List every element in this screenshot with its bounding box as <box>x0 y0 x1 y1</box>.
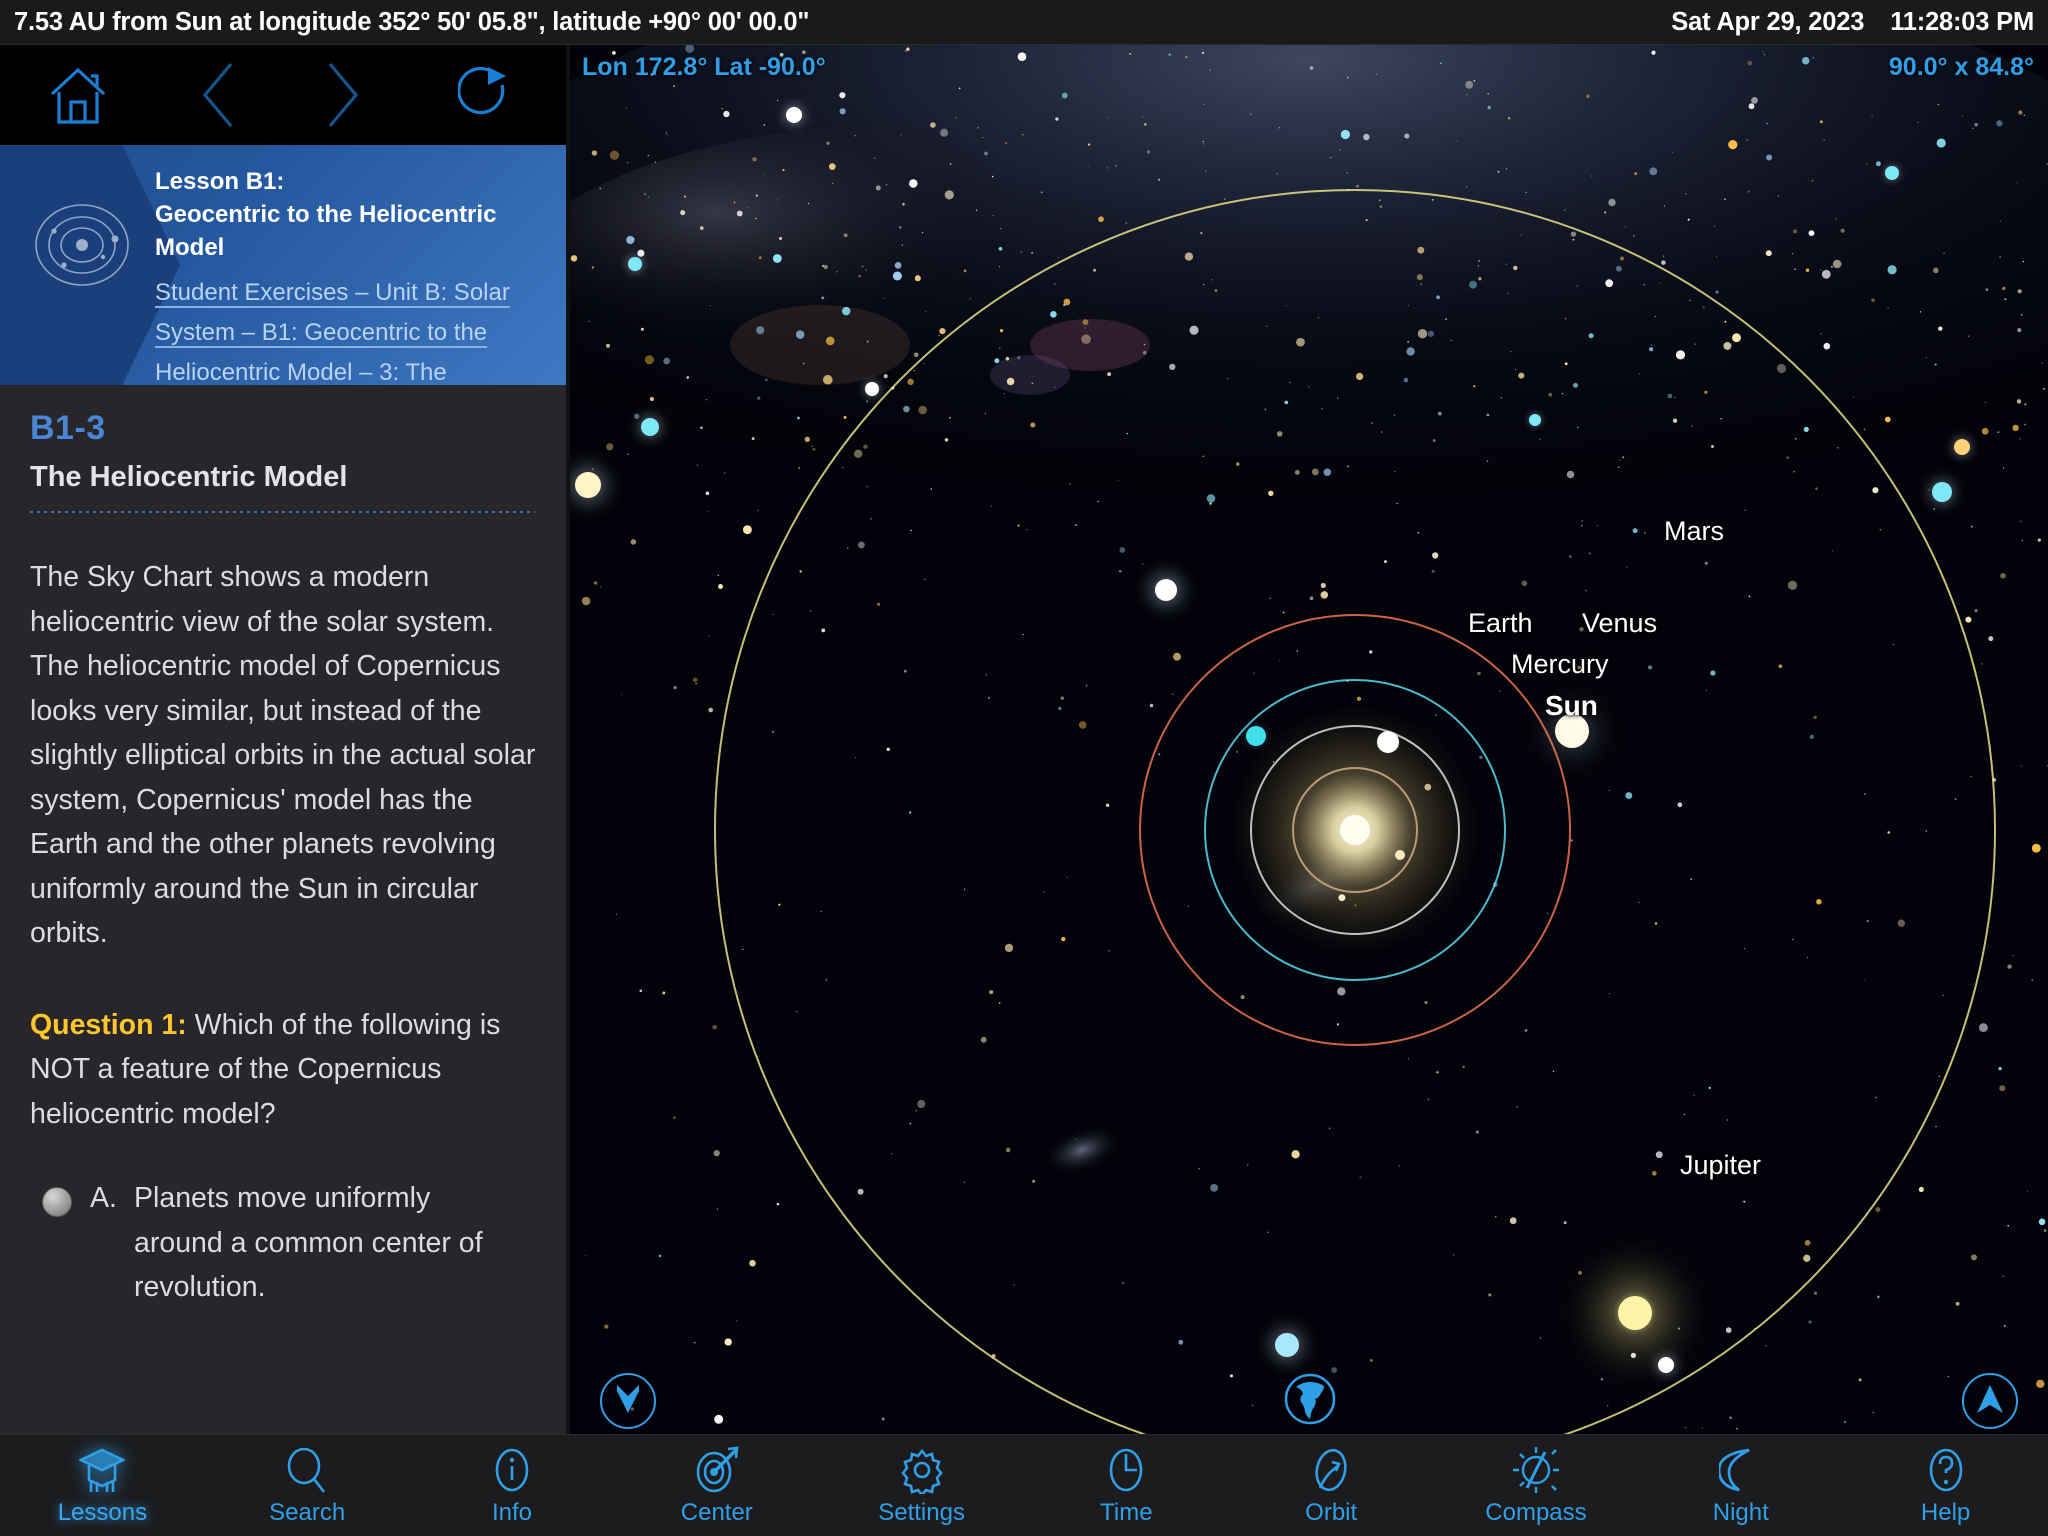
answer-letter-a: A. <box>90 1182 117 1214</box>
lesson-title-line1: Lesson B1: <box>155 168 285 195</box>
tab-night[interactable]: Night <box>1638 1435 1843 1536</box>
earth-center-button[interactable] <box>1282 1373 1338 1429</box>
solar-system-icon <box>22 185 142 305</box>
breadcrumb-link[interactable]: Student Exercises – Unit B: Solar System… <box>155 273 550 385</box>
section-divider <box>30 511 535 513</box>
navigation-arrow-icon <box>1976 1383 2004 1420</box>
chevron-right-icon <box>324 60 362 130</box>
lesson-header: Lesson B1: Geocentric to the Heliocentri… <box>0 145 566 385</box>
reload-icon <box>457 63 514 127</box>
status-date: Sat Apr 29, 2023 <box>1671 7 1865 36</box>
sun-body <box>1340 815 1370 845</box>
lesson-code: B1-3 <box>30 409 106 447</box>
tab-orbit[interactable]: Orbit <box>1229 1435 1434 1536</box>
back-button[interactable] <box>155 45 280 145</box>
tab-night-label: Night <box>1712 1499 1769 1526</box>
tab-help-label: Help <box>1920 1499 1971 1526</box>
tab-info[interactable]: Info <box>410 1435 615 1536</box>
tab-center-label: Center <box>680 1499 753 1526</box>
status-time: 11:28:03 PM <box>1890 7 2034 36</box>
compass-off-icon <box>1511 1444 1561 1496</box>
home-button[interactable] <box>0 45 155 145</box>
lesson-nav-bar <box>0 45 566 145</box>
target-arrow-icon <box>692 1444 742 1496</box>
label-jupiter: Jupiter <box>1680 1150 1762 1180</box>
home-icon <box>49 64 107 126</box>
north-compass-button[interactable] <box>1962 1373 2018 1429</box>
tab-lessons-label: Lessons <box>57 1499 148 1526</box>
forward-button[interactable] <box>280 45 405 145</box>
tab-center[interactable]: Center <box>614 1435 819 1536</box>
position-info: 7.53 AU from Sun at longitude 352° 50' 0… <box>14 7 810 36</box>
tab-search-label: Search <box>269 1499 346 1526</box>
lesson-paragraph: The Sky Chart shows a modern heliocentri… <box>30 561 536 949</box>
magnifier-icon <box>284 1444 330 1496</box>
tab-time-label: Time <box>1100 1499 1153 1526</box>
label-earth: Earth <box>1468 608 1533 638</box>
bottom-toolbar: Lessons Search Info Center Settings Time… <box>0 1434 2048 1536</box>
label-mars: Mars <box>1664 516 1724 546</box>
radio-button-a[interactable] <box>42 1187 72 1217</box>
planet-jupiter <box>1618 1296 1652 1330</box>
question-block: Question 1: Which of the following is NO… <box>30 1003 536 1137</box>
question-circle-icon <box>1923 1444 1969 1496</box>
chevron-down-marker-icon <box>615 1383 641 1420</box>
tab-time[interactable]: Time <box>1024 1435 1229 1536</box>
tab-orbit-label: Orbit <box>1305 1499 1358 1526</box>
horizon-down-button[interactable] <box>600 1373 656 1429</box>
status-bar: 7.53 AU from Sun at longitude 352° 50' 0… <box>0 0 2048 45</box>
reload-button[interactable] <box>405 45 566 145</box>
orbit-icon <box>1308 1444 1354 1496</box>
label-sun: Sun <box>1545 690 1598 721</box>
tab-compass[interactable]: Compass <box>1434 1435 1639 1536</box>
tab-compass-label: Compass <box>1485 1499 1587 1526</box>
chevron-left-icon <box>199 60 237 130</box>
lesson-content: B1-3 The Heliocentric Model The Sky Char… <box>0 385 566 1434</box>
gear-icon <box>898 1444 946 1496</box>
tab-settings[interactable]: Settings <box>819 1435 1024 1536</box>
sky-lonlat-label: Lon 172.8° Lat -90.0° <box>582 53 826 81</box>
tab-info-label: Info <box>491 1499 532 1526</box>
lesson-subtitle: The Heliocentric Model <box>30 461 348 493</box>
sky-chart-canvas <box>570 45 2048 1434</box>
sky-fov-label: 90.0° x 84.8° <box>1888 53 2034 81</box>
tab-settings-label: Settings <box>878 1499 965 1526</box>
label-venus: Venus <box>1582 608 1658 638</box>
lesson-sidebar: Lesson B1: Geocentric to the Heliocentri… <box>0 45 566 1434</box>
lesson-title: Lesson B1: Geocentric to the Heliocentri… <box>155 165 550 264</box>
globe-icon <box>1282 1371 1338 1432</box>
label-mercury: Mercury <box>1511 649 1609 679</box>
app-root: 7.53 AU from Sun at longitude 352° 50' 0… <box>0 0 2048 1536</box>
question-label: Question 1: <box>30 1008 187 1041</box>
lesson-title-line2: Geocentric to the Heliocentric Model <box>155 201 497 261</box>
tab-search[interactable]: Search <box>205 1435 410 1536</box>
datetime-group: Sat Apr 29, 2023 11:28:03 PM <box>1671 8 2034 37</box>
planet-earth <box>1246 726 1266 746</box>
tab-help[interactable]: Help <box>1843 1435 2048 1536</box>
planet-mercury <box>1395 850 1405 860</box>
answer-option-a[interactable]: A. Planets move uniformly around a commo… <box>30 1176 536 1310</box>
info-circle-icon <box>489 1444 535 1496</box>
sky-chart[interactable]: Lon 172.8° Lat -90.0° 90.0° x 84.8° Mars… <box>570 45 2048 1434</box>
clock-icon <box>1103 1444 1149 1496</box>
graduation-cap-icon <box>79 1444 126 1496</box>
moon-icon <box>1718 1444 1763 1496</box>
planet-venus <box>1377 731 1399 753</box>
answer-list: A. Planets move uniformly around a commo… <box>30 1176 536 1310</box>
tab-lessons[interactable]: Lessons <box>0 1435 205 1536</box>
answer-text-a: Planets move uniformly around a common c… <box>134 1182 483 1303</box>
